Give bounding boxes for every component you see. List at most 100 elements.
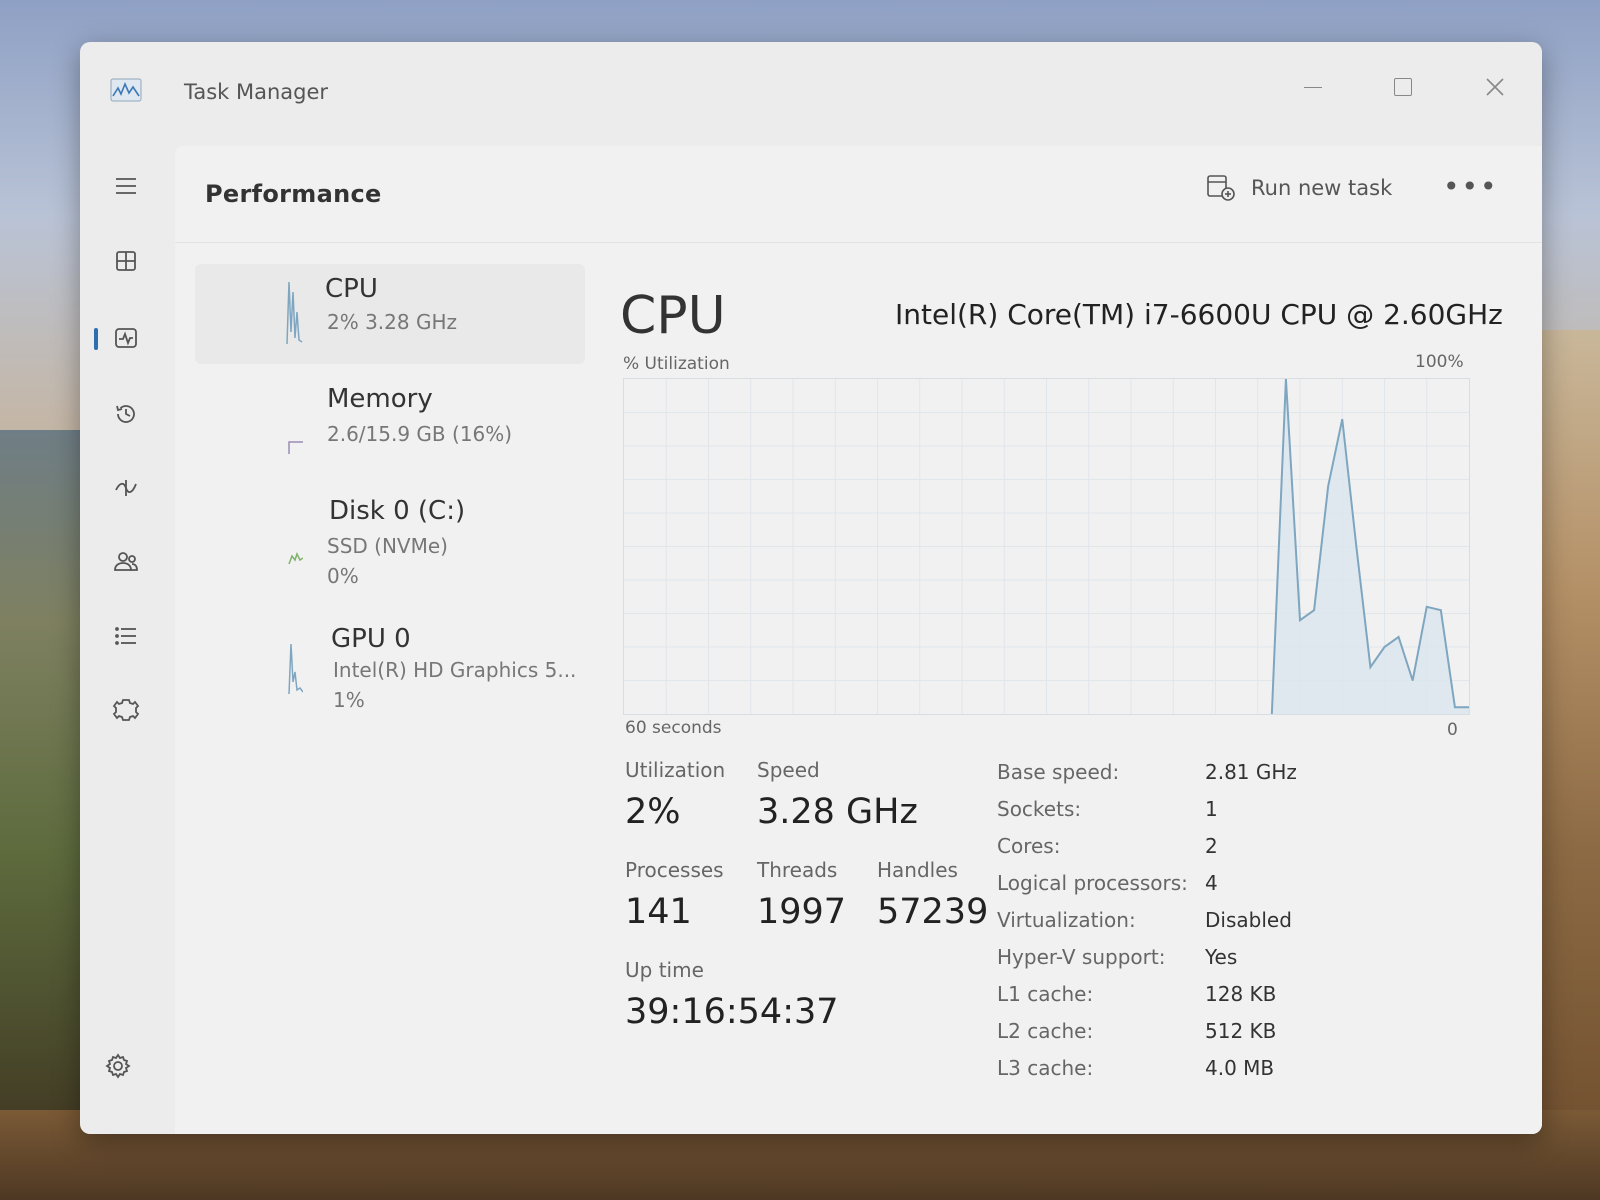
run-new-task-label: Run new task — [1251, 176, 1393, 200]
property-key: Sockets: — [997, 797, 1082, 821]
device-name: CPU — [325, 274, 378, 304]
cpu-utilization-chart — [623, 378, 1470, 715]
property-value: 4.0 MB — [1205, 1056, 1275, 1080]
settings-icon — [105, 1053, 131, 1079]
property-value: 2 — [1205, 834, 1218, 858]
threads-label: Threads — [757, 858, 838, 882]
property-key: L2 cache: — [997, 1019, 1094, 1043]
utilization-value: 2% — [625, 792, 681, 832]
title-bar[interactable]: Task Manager — [80, 42, 1542, 142]
cpu-data-point — [1412, 680, 1414, 681]
property-value: 2.81 GHz — [1205, 760, 1297, 784]
device-detail: 2.6/15.9 GB (16%) — [327, 422, 513, 446]
run-new-task-icon — [1207, 175, 1235, 201]
more-options-button[interactable]: ••• — [1443, 170, 1499, 203]
close-button[interactable] — [1472, 64, 1518, 110]
startup-apps-icon — [115, 480, 137, 496]
device-item-gpu[interactable]: GPU 0 Intel(R) HD Graphics 5... 1% — [195, 614, 585, 714]
property-key: Cores: — [997, 834, 1061, 858]
cpu-model: Intel(R) Core(TM) i7-6600U CPU @ 2.60GHz — [895, 298, 1503, 331]
cpu-data-point — [1369, 666, 1371, 668]
sidebar-item-processes[interactable] — [102, 237, 150, 285]
device-detail: SSD (NVMe) — [327, 534, 448, 558]
header-divider — [175, 242, 1542, 243]
cpu-data-point — [1355, 546, 1357, 547]
memory-mini-graph — [207, 382, 303, 454]
speed-value: 3.28 GHz — [757, 792, 918, 832]
property-value: 4 — [1205, 871, 1218, 895]
processes-value: 141 — [625, 892, 692, 932]
property-key: Base speed: — [997, 760, 1120, 784]
property-value: Yes — [1205, 945, 1238, 969]
device-name: Memory — [327, 384, 433, 414]
device-name: GPU 0 — [331, 624, 411, 654]
app-history-icon — [116, 405, 135, 423]
property-key: L3 cache: — [997, 1056, 1094, 1080]
task-manager-app-icon — [110, 78, 142, 102]
services-icon — [112, 699, 140, 721]
task-manager-window: Task Manager Performance Run new task ••… — [80, 42, 1542, 1134]
sidebar — [80, 142, 180, 1134]
cpu-data-point — [1426, 606, 1428, 608]
max-percent-label: 100% — [1415, 352, 1464, 372]
window-title: Task Manager — [184, 80, 329, 104]
property-key: L1 cache: — [997, 982, 1094, 1006]
sidebar-item-performance[interactable] — [94, 314, 150, 362]
uptime-label: Up time — [625, 958, 704, 982]
minimize-button[interactable] — [1290, 64, 1336, 110]
cpu-data-point — [1454, 706, 1456, 708]
sidebar-item-startup-apps[interactable] — [102, 464, 150, 512]
handles-label: Handles — [877, 858, 958, 882]
sidebar-item-users[interactable] — [102, 538, 150, 586]
device-detail: 2% 3.28 GHz — [327, 310, 458, 334]
main-title: CPU — [620, 286, 726, 346]
property-value: 1 — [1205, 797, 1218, 821]
property-key: Hyper-V support: — [997, 945, 1166, 969]
run-new-task-button[interactable]: Run new task — [1205, 172, 1392, 204]
hamburger-menu-button[interactable] — [102, 162, 150, 210]
cpu-data-point — [1341, 418, 1343, 420]
details-icon — [115, 627, 136, 645]
property-value: 128 KB — [1205, 982, 1277, 1006]
property-value: Disabled — [1205, 908, 1292, 932]
disk-mini-graph — [207, 494, 304, 566]
close-icon — [1486, 78, 1504, 96]
processes-icon — [116, 251, 136, 271]
sidebar-item-services[interactable] — [102, 686, 150, 734]
cpu-mini-graph — [207, 272, 303, 345]
utilization-label: Utilization — [625, 758, 726, 782]
hamburger-menu-icon — [116, 178, 136, 194]
utilization-axis-label: % Utilization — [623, 354, 730, 374]
device-usage: 1% — [333, 688, 365, 712]
device-name: Disk 0 (C:) — [329, 496, 466, 526]
maximize-button[interactable] — [1380, 64, 1426, 110]
cpu-data-point — [1398, 636, 1400, 638]
gpu-mini-graph — [207, 622, 304, 695]
cpu-data-point — [1299, 619, 1301, 621]
performance-icon — [115, 328, 137, 348]
sidebar-item-app-history[interactable] — [102, 390, 150, 438]
processes-label: Processes — [625, 858, 724, 882]
property-value: 512 KB — [1205, 1019, 1277, 1043]
time-span-label: 60 seconds — [625, 718, 722, 738]
cpu-data-point — [1384, 646, 1385, 648]
handles-value: 57239 — [877, 892, 989, 932]
speed-label: Speed — [757, 758, 820, 782]
property-key: Virtualization: — [997, 908, 1136, 932]
uptime-value: 39:16:54:37 — [625, 992, 839, 1032]
sidebar-item-details[interactable] — [102, 612, 150, 660]
performance-content: Performance Run new task ••• CPU 2% 3.28… — [175, 146, 1542, 1134]
cpu-data-point — [1440, 609, 1442, 611]
threads-value: 1997 — [757, 892, 847, 932]
sidebar-item-settings[interactable] — [102, 1050, 134, 1082]
device-item-cpu[interactable]: CPU 2% 3.28 GHz — [195, 264, 585, 364]
cpu-data-point — [1327, 485, 1329, 487]
device-usage: 0% — [327, 564, 359, 588]
users-icon — [114, 552, 138, 571]
cpu-chart-svg — [624, 379, 1469, 714]
cpu-data-point — [1313, 609, 1315, 611]
device-item-disk[interactable]: Disk 0 (C:) SSD (NVMe) 0% — [195, 486, 585, 588]
page-title: Performance — [205, 180, 382, 208]
device-item-memory[interactable]: Memory 2.6/15.9 GB (16%) — [195, 374, 585, 474]
property-key: Logical processors: — [997, 871, 1188, 895]
